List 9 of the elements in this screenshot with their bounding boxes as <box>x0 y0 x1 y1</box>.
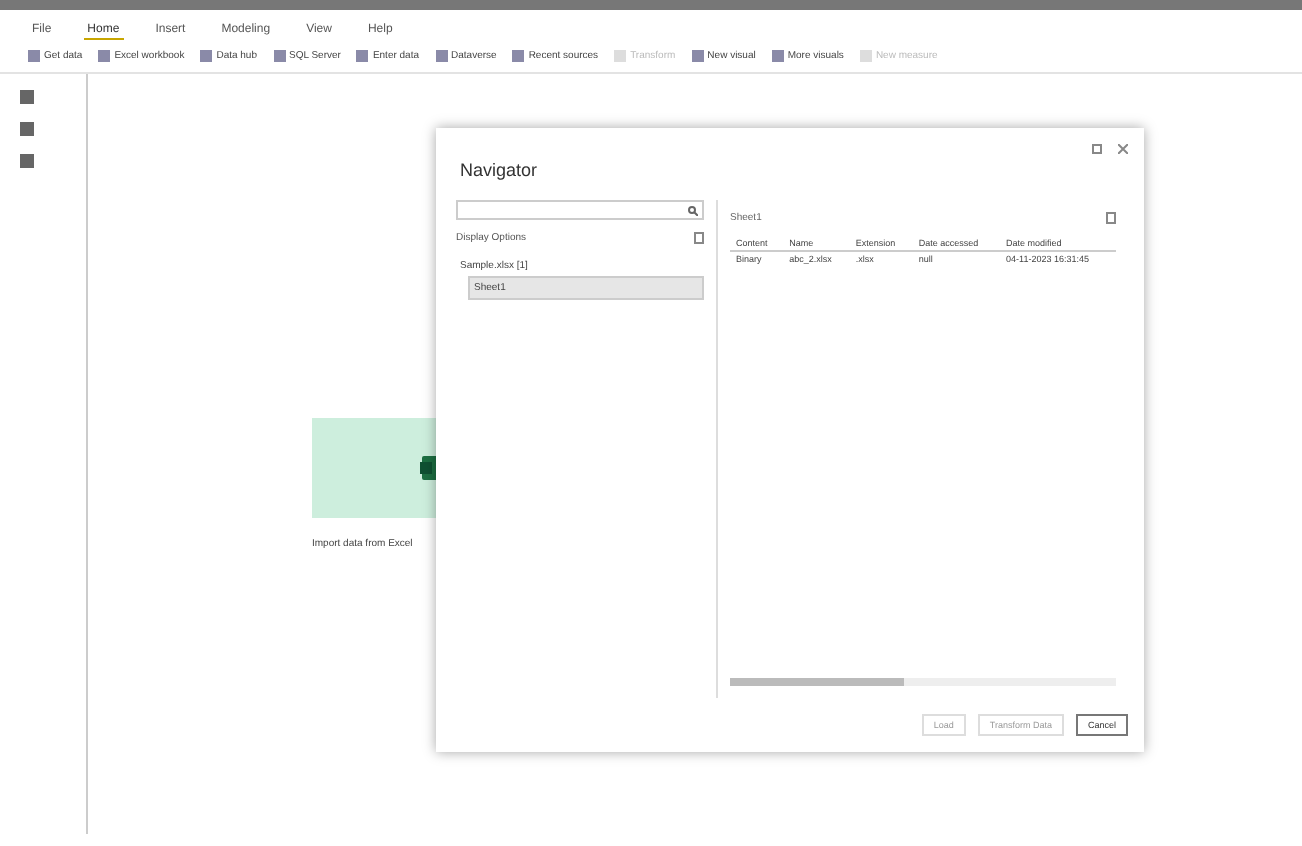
document-icon[interactable] <box>694 232 704 244</box>
document-icon[interactable] <box>1106 212 1116 224</box>
dialog-title: Navigator <box>460 160 538 180</box>
search-field[interactable] <box>456 200 704 220</box>
scrollbar-thumb[interactable] <box>730 678 904 686</box>
search-icon <box>688 205 698 215</box>
maximize-icon[interactable] <box>1092 144 1102 154</box>
close-icon[interactable] <box>1118 144 1128 154</box>
horizontal-scrollbar[interactable] <box>730 678 1116 686</box>
